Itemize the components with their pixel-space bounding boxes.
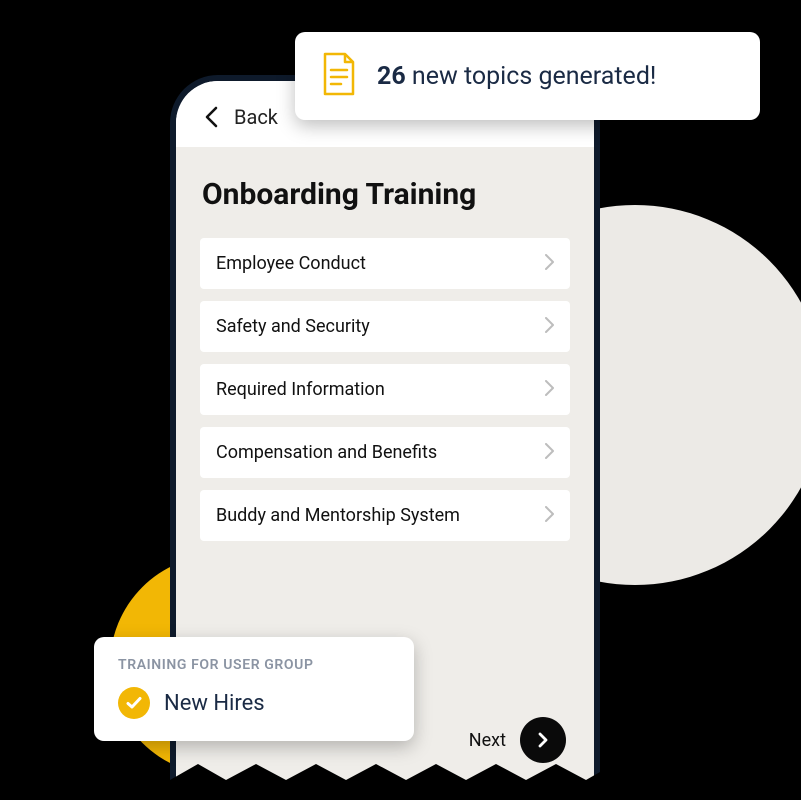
topic-label: Buddy and Mentorship System [216,505,460,526]
chevron-right-icon [545,317,554,337]
topic-label: Required Information [216,379,385,400]
chevron-right-icon [545,443,554,463]
topic-label: Safety and Security [216,316,370,337]
chevron-right-icon [545,380,554,400]
topic-row[interactable]: Required Information [200,364,570,415]
next-button-label: Next [469,730,506,751]
next-button[interactable]: Next [469,717,566,763]
topic-label: Compensation and Benefits [216,442,437,463]
callout-rest: new topics generated! [406,62,657,91]
check-circle-icon [118,687,150,719]
back-button-label[interactable]: Back [234,105,278,129]
topic-row[interactable]: Buddy and Mentorship System [200,490,570,541]
chevron-right-icon [545,254,554,274]
topic-row[interactable]: Compensation and Benefits [200,427,570,478]
chevron-left-icon[interactable] [204,106,218,128]
user-group-card: TRAINING FOR USER GROUP New Hires [94,637,414,741]
callout-count: 26 [377,62,406,91]
callout-text: 26 new topics generated! [377,62,656,91]
user-group-row: New Hires [118,687,390,719]
chevron-right-circle-icon [520,717,566,763]
topic-label: Employee Conduct [216,253,366,274]
generated-topics-callout: 26 new topics generated! [295,32,760,120]
topic-row[interactable]: Employee Conduct [200,238,570,289]
user-group-heading: TRAINING FOR USER GROUP [118,657,390,673]
user-group-value: New Hires [164,691,265,716]
document-icon [321,52,357,100]
topic-list: Employee Conduct Safety and Security Req… [200,238,570,541]
chevron-right-icon [545,506,554,526]
page-title: Onboarding Training [202,177,570,212]
topic-row[interactable]: Safety and Security [200,301,570,352]
